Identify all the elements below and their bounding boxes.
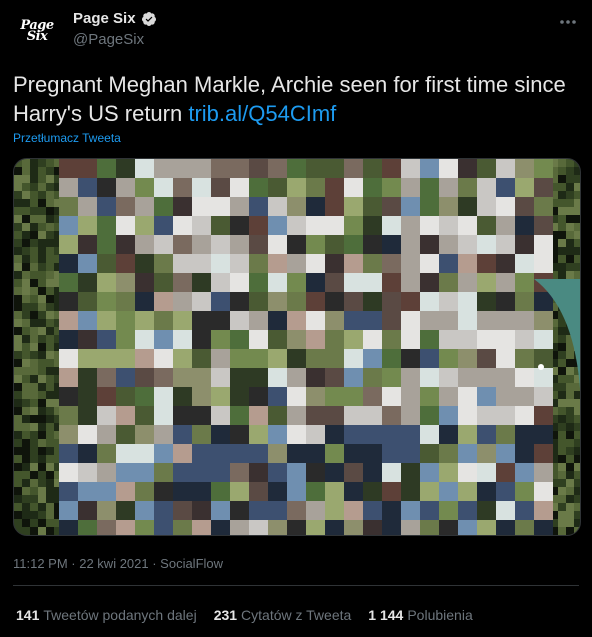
divider [13, 585, 579, 586]
likes-stat[interactable]: 1 144 Polubienia [368, 607, 472, 623]
author-handle[interactable]: @PageSix [73, 31, 144, 48]
tweet-text: Pregnant Meghan Markle, Archie seen for … [13, 70, 573, 128]
tweet-media-image[interactable] [13, 158, 581, 536]
translate-tweet-link[interactable]: Przetłumacz Tweeta [13, 131, 121, 145]
avatar[interactable]: Page Six [12, 6, 62, 56]
tweet-timestamp[interactable]: 11:12 PM · 22 kwi 2021 · SocialFlow [13, 556, 223, 571]
author-name-row[interactable]: Page Six [73, 10, 157, 27]
avatar-text-line2: Six [26, 29, 48, 44]
pixelated-photo [14, 159, 580, 535]
author-name[interactable]: Page Six [73, 10, 136, 27]
tweet-link[interactable]: trib.al/Q54CImf [188, 101, 336, 126]
verified-badge-icon [141, 11, 156, 26]
tweet-stats: 141 Tweetów podanych dalej 231 Cytatów z T… [16, 607, 473, 623]
retweets-stat[interactable]: 141 Tweetów podanych dalej [16, 607, 197, 623]
quotes-stat[interactable]: 231 Cytatów z Tweeta [214, 607, 352, 623]
more-options-icon[interactable] [558, 12, 578, 32]
